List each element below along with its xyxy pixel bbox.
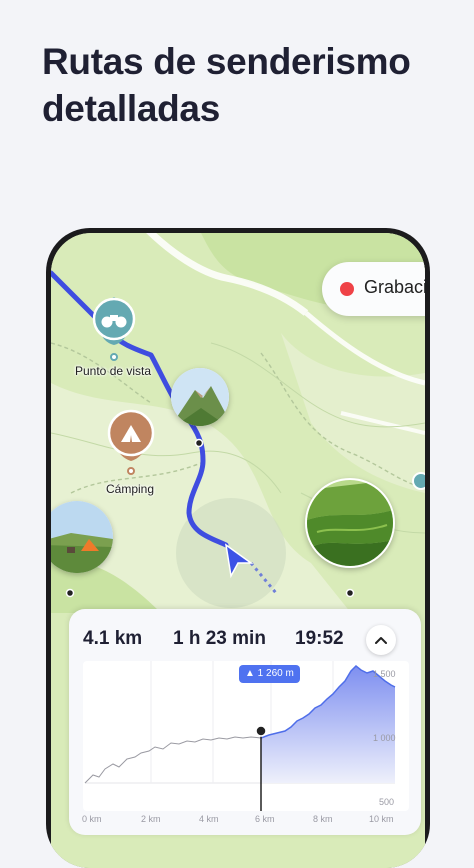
recording-chip[interactable]: Grabación (322, 262, 425, 316)
elevation-chart[interactable]: 1 500 1 000 500 (83, 661, 409, 811)
expand-panel-button[interactable] (366, 625, 396, 655)
elevation-scrubber-dot[interactable] (255, 725, 267, 737)
phone-screen: Punto de vista Cámping Grabac 4.1 km 1 h… (51, 233, 425, 868)
time-value: 19:52 (295, 628, 344, 649)
y-tick: 1 000 (373, 733, 396, 743)
location-badge-icon (412, 472, 425, 490)
x-tick: 2 km (141, 814, 161, 824)
poi-label-viewpoint: Punto de vista (75, 364, 152, 378)
x-tick: 8 km (313, 814, 333, 824)
headline: Rutas de senderismo detalladas (42, 38, 452, 132)
x-tick: 10 km (369, 814, 394, 824)
phone-frame: Punto de vista Cámping Grabac 4.1 km 1 h… (46, 228, 430, 868)
photo-pin-mountain[interactable] (171, 368, 229, 426)
elevation-profile (84, 661, 396, 811)
chevron-up-icon (375, 637, 387, 644)
x-tick: 0 km (82, 814, 102, 824)
x-tick: 6 km (255, 814, 275, 824)
recording-label: Grabación (364, 277, 425, 297)
recording-dot-icon (340, 282, 354, 296)
duration-value: 1 h 23 min (173, 628, 266, 649)
x-tick: 4 km (199, 814, 219, 824)
photo-pin-valley[interactable] (305, 478, 395, 568)
track-stats-panel: 4.1 km 1 h 23 min 19:52 1 500 1 000 500 … (69, 609, 421, 835)
elevation-marker-label: ▲ 1 260 m (239, 665, 300, 683)
poi-label-camping: Cámping (106, 482, 155, 496)
y-tick: 500 (379, 797, 395, 807)
distance-value: 4.1 km (83, 628, 143, 649)
y-tick: 1 500 (373, 669, 396, 679)
headline-line-2: detalladas (42, 88, 220, 129)
headline-line-1: Rutas de senderismo (42, 41, 411, 82)
